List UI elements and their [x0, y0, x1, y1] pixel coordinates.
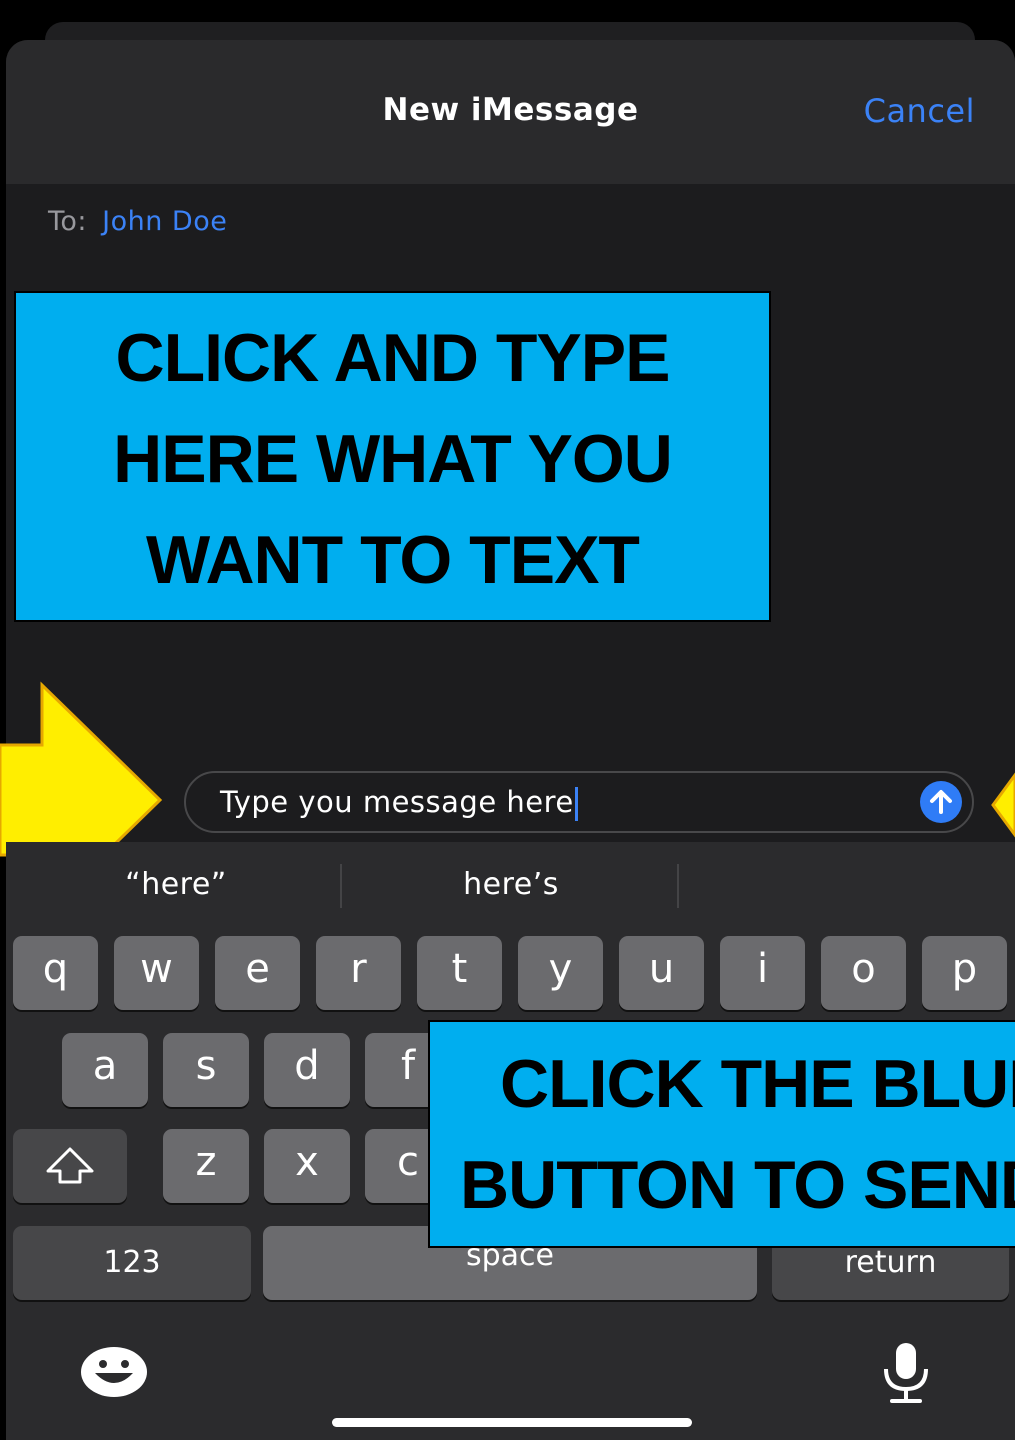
arrow-left-icon	[991, 772, 1015, 838]
send-button[interactable]	[920, 781, 962, 823]
message-input-text: Type you message here	[220, 785, 574, 819]
key-s[interactable]: s	[163, 1033, 249, 1107]
callout-line: WANT TO TEXT	[146, 522, 640, 598]
send-instruction-callout: CLICK THE BLUE BUTTON TO SEND	[428, 1020, 1015, 1248]
key-i[interactable]: i	[720, 936, 805, 1010]
key-z[interactable]: z	[163, 1129, 249, 1203]
recipient-label: To:	[48, 206, 88, 237]
emoji-icon[interactable]	[79, 1337, 149, 1407]
suggestion-item[interactable]: “here”	[66, 867, 286, 902]
home-indicator	[332, 1418, 692, 1427]
numbers-key[interactable]: 123	[13, 1226, 251, 1300]
message-input[interactable]: Type you message here	[184, 771, 974, 833]
key-r[interactable]: r	[316, 936, 401, 1010]
sheet-header: New iMessage Cancel	[6, 40, 1015, 184]
microphone-icon[interactable]	[876, 1337, 936, 1407]
key-o[interactable]: o	[821, 936, 906, 1010]
shift-icon	[46, 1147, 94, 1184]
key-x[interactable]: x	[264, 1129, 350, 1203]
suggestion-divider	[340, 864, 342, 908]
recipient-name[interactable]: John Doe	[102, 206, 227, 237]
suggestion-divider	[677, 864, 679, 908]
shift-key[interactable]	[13, 1129, 127, 1203]
key-t[interactable]: t	[417, 936, 502, 1010]
arrow-up-icon	[930, 790, 952, 814]
suggestion-item[interactable]: here’s	[396, 867, 626, 902]
callout-line: BUTTON TO SEND	[460, 1147, 1015, 1223]
key-u[interactable]: u	[619, 936, 704, 1010]
key-a[interactable]: a	[62, 1033, 148, 1107]
key-w[interactable]: w	[114, 936, 199, 1010]
callout-line: CLICK AND TYPE	[115, 320, 671, 396]
callout-line: CLICK THE BLUE	[500, 1046, 1015, 1122]
key-e[interactable]: e	[215, 936, 300, 1010]
recipient-field[interactable]: To: John Doe	[48, 206, 227, 237]
key-d[interactable]: d	[264, 1033, 350, 1107]
key-y[interactable]: y	[518, 936, 603, 1010]
type-instruction-callout: CLICK AND TYPE HERE WHAT YOU WANT TO TEX…	[14, 291, 771, 622]
callout-line: HERE WHAT YOU	[113, 421, 673, 497]
text-caret	[574, 787, 578, 821]
key-q[interactable]: q	[13, 936, 98, 1010]
key-p[interactable]: p	[922, 936, 1007, 1010]
cancel-button[interactable]: Cancel	[864, 92, 975, 130]
